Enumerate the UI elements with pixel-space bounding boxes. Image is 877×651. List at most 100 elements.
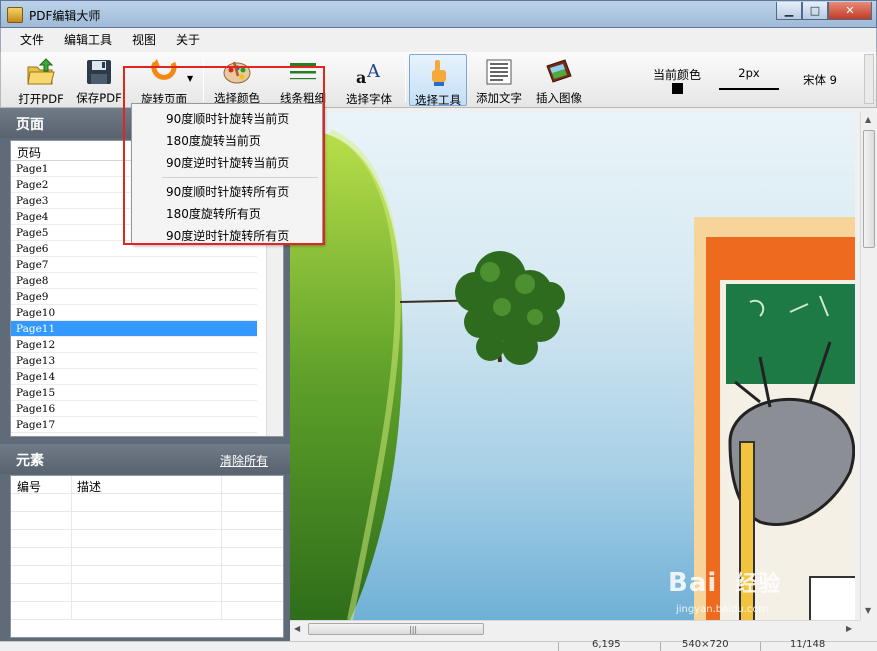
folder-open-icon (26, 57, 56, 87)
clear-all-link[interactable]: 清除所有 (220, 452, 268, 469)
status-page-number: 11/148 (790, 639, 826, 650)
app-icon (7, 7, 23, 23)
window-controls: ▁ □ ✕ (776, 2, 872, 20)
text-block-icon (484, 57, 514, 86)
status-page-size: 540×720 (682, 639, 729, 650)
insert-image-label: 插入图像 (536, 91, 582, 105)
select-tool-label: 选择工具 (415, 93, 461, 107)
menu-separator (162, 177, 318, 178)
vertical-scroll-thumb[interactable] (863, 130, 875, 248)
font-icon: aA (354, 57, 384, 87)
rotate-all-180[interactable]: 180度旋转所有页 (132, 203, 322, 225)
toolbar-scroll[interactable] (864, 54, 874, 104)
select-color-button[interactable]: 选择颜色 (209, 54, 265, 106)
page-list-item[interactable]: Page9 (11, 289, 257, 305)
rotate-icon (149, 57, 179, 87)
column-divider (71, 476, 72, 493)
scroll-right-arrow[interactable]: ▶ (846, 624, 852, 633)
page-list-item[interactable]: Page7 (11, 257, 257, 273)
floppy-disk-icon (84, 57, 114, 86)
rotate-all-cw-90[interactable]: 90度顺时针旋转所有页 (132, 181, 322, 203)
page-list-item[interactable]: Page8 (11, 273, 257, 289)
element-row[interactable] (11, 584, 283, 602)
line-width-sample (719, 88, 779, 90)
menu-bar: 文件 编辑工具 视图 关于 (0, 28, 877, 52)
element-row[interactable] (11, 530, 283, 548)
horizontal-scrollbar[interactable]: ◀ ||| ▶ (290, 620, 860, 637)
open-pdf-button[interactable]: 打开PDF (13, 54, 69, 106)
page-list-item[interactable]: Page12 (11, 337, 257, 353)
element-row[interactable] (11, 494, 283, 512)
column-divider (221, 476, 222, 493)
page-list-item[interactable]: Page15 (11, 385, 257, 401)
page-list-item[interactable]: Page17 (11, 417, 257, 433)
element-row[interactable] (11, 602, 283, 620)
rotate-menu: 90度顺时针旋转当前页 180度旋转当前页 90度逆时针旋转当前页 90度顺时针… (131, 103, 323, 244)
select-font-label: 选择字体 (346, 92, 392, 106)
close-button[interactable]: ✕ (828, 2, 872, 20)
page-list-item[interactable]: Page11 (11, 321, 257, 337)
menu-file[interactable]: 文件 (10, 28, 54, 52)
status-coordinates: 6,195 (592, 639, 621, 650)
elements-panel-header: 元素 清除所有 (0, 444, 290, 474)
rotate-current-180[interactable]: 180度旋转当前页 (132, 130, 322, 152)
svg-text:A: A (366, 61, 381, 82)
minimize-button[interactable]: ▁ (776, 2, 802, 20)
dropdown-arrow-icon[interactable]: ▼ (187, 74, 193, 83)
status-divider (660, 642, 661, 651)
scroll-up-arrow[interactable]: ▲ (865, 115, 871, 124)
page-number-column[interactable]: 页码 (17, 146, 41, 160)
page-background-image (290, 129, 855, 620)
element-rows (11, 494, 283, 620)
current-color-label: 当前颜色 (653, 68, 702, 82)
scroll-down-arrow[interactable]: ▼ (865, 606, 871, 615)
title-bar: PDF编辑大师 ▁ □ ✕ (0, 0, 877, 28)
element-row[interactable] (11, 548, 283, 566)
watermark-url: jingyan.baidu.com (676, 604, 769, 615)
grip-icon: ||| (409, 625, 418, 634)
add-text-button[interactable]: 添加文字 (471, 54, 527, 106)
vertical-scrollbar[interactable]: ▲ ▼ (860, 112, 877, 620)
element-id-column[interactable]: 编号 (17, 478, 41, 495)
maximize-button[interactable]: □ (802, 2, 828, 20)
image-icon (544, 57, 574, 86)
toolbar-separator (405, 58, 406, 102)
current-color-swatch[interactable] (672, 83, 683, 94)
select-tool-button[interactable]: 选择工具 (409, 54, 467, 107)
rotate-current-cw-90[interactable]: 90度顺时针旋转当前页 (132, 108, 322, 130)
line-width-value[interactable]: 2px (719, 66, 779, 80)
rotate-current-ccw-90[interactable]: 90度逆时针旋转当前页 (132, 152, 322, 174)
menu-view[interactable]: 视图 (122, 28, 166, 52)
page-preview[interactable] (290, 112, 855, 620)
menu-about[interactable]: 关于 (166, 28, 210, 52)
select-font-button[interactable]: aA 选择字体 (341, 54, 397, 106)
element-row[interactable] (11, 566, 283, 584)
status-divider (760, 642, 761, 651)
elements-table[interactable]: 编号 描述 (10, 475, 284, 638)
insert-image-button[interactable]: 插入图像 (531, 54, 587, 106)
page-list-item[interactable]: Page13 (11, 353, 257, 369)
window-title: PDF编辑大师 (29, 9, 101, 23)
document-view[interactable]: ▲ ▼ ◀ ||| ▶ Bai 经验 jingyan.baidu.com (290, 108, 877, 641)
element-row[interactable] (11, 512, 283, 530)
elements-table-header: 编号 描述 (11, 476, 283, 494)
save-pdf-button[interactable]: 保存PDF (73, 54, 125, 106)
status-bar: 6,195 540×720 11/148 (0, 639, 877, 651)
status-divider (558, 642, 559, 651)
toolbar: 打开PDF 保存PDF 旋转页面 ▼ 选择颜色 线条粗细 aA 选择字体 选择工… (0, 52, 877, 108)
pointer-hand-icon (423, 58, 453, 88)
menu-edit-tools[interactable]: 编辑工具 (54, 28, 122, 52)
element-desc-column[interactable]: 描述 (77, 478, 101, 495)
scroll-left-arrow[interactable]: ◀ (294, 624, 300, 633)
page-list-item[interactable]: Page10 (11, 305, 257, 321)
svg-text:a: a (356, 68, 366, 87)
toolbar-separator (203, 58, 204, 102)
rotate-all-ccw-90[interactable]: 90度逆时针旋转所有页 (132, 225, 322, 247)
page-list-item[interactable]: Page16 (11, 401, 257, 417)
line-width-button[interactable]: 线条粗细 (275, 54, 331, 106)
font-value[interactable]: 宋体 9 (803, 72, 837, 88)
baidu-watermark: Bai 经验 jingyan.baidu.com (668, 566, 781, 615)
horizontal-scroll-thumb[interactable]: ||| (308, 623, 484, 635)
open-pdf-label: 打开PDF (18, 92, 64, 106)
page-list-item[interactable]: Page14 (11, 369, 257, 385)
